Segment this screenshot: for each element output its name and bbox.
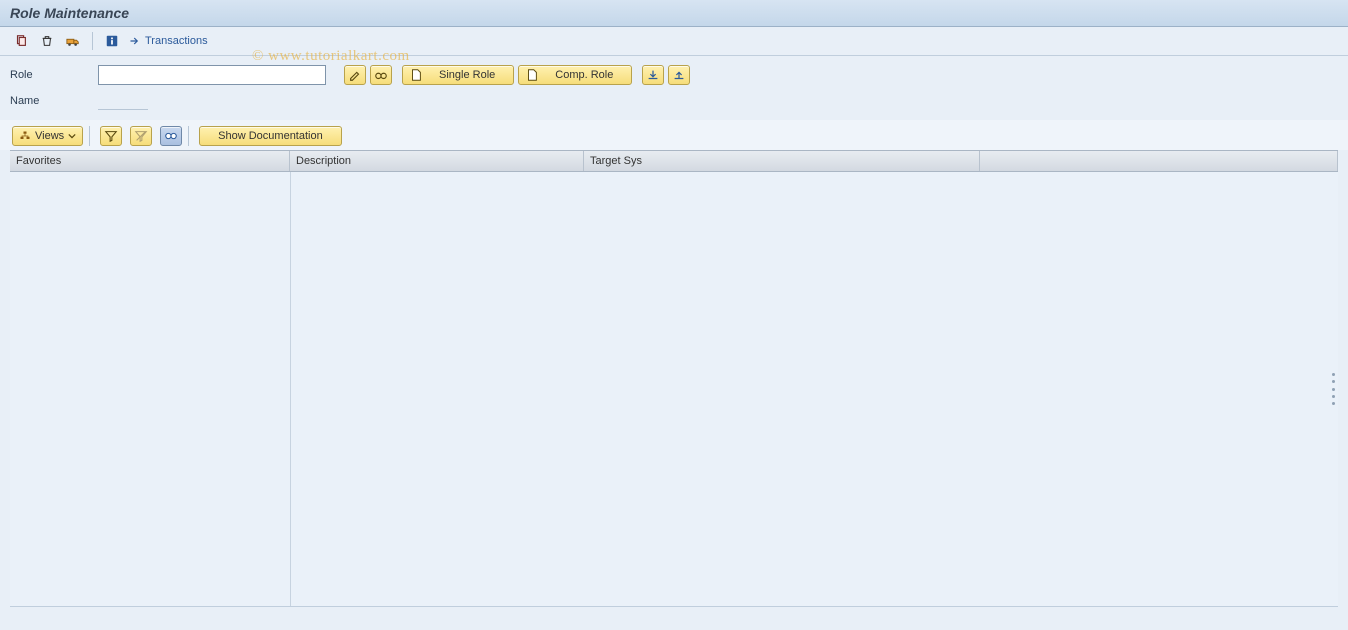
- comp-role-button[interactable]: Comp. Role: [518, 65, 632, 85]
- views-button[interactable]: Views: [12, 126, 83, 146]
- truck-icon: [66, 34, 80, 48]
- delete-button[interactable]: [36, 31, 58, 51]
- document-icon: [409, 68, 423, 82]
- single-role-label: Single Role: [427, 69, 507, 81]
- upload-icon: [672, 68, 686, 82]
- application-toolbar: Transactions: [0, 27, 1348, 56]
- name-value: [98, 93, 148, 110]
- other-role-button[interactable]: [10, 31, 32, 51]
- pencil-icon: [348, 68, 362, 82]
- name-label: Name: [10, 95, 98, 107]
- view-toolbar: Views Show Documentation: [0, 120, 1348, 150]
- show-documentation-label: Show Documentation: [218, 130, 323, 142]
- column-description[interactable]: Description: [290, 151, 584, 171]
- transport-button[interactable]: [62, 31, 84, 51]
- document-icon: [525, 68, 539, 82]
- upload-button[interactable]: [668, 65, 690, 85]
- hierarchy-icon: [19, 130, 31, 142]
- filter-delete-button[interactable]: [130, 126, 152, 146]
- display-button[interactable]: [370, 65, 392, 85]
- role-label: Role: [10, 69, 98, 81]
- trash-icon: [40, 34, 54, 48]
- transactions-link[interactable]: Transactions: [129, 35, 208, 47]
- column-favorites[interactable]: Favorites: [10, 151, 290, 171]
- information-button[interactable]: [101, 31, 123, 51]
- arrow-right-icon: [129, 35, 141, 47]
- glasses-icon: [374, 68, 388, 82]
- page-title: Role Maintenance: [10, 5, 129, 21]
- title-bar: Role Maintenance: [0, 0, 1348, 27]
- column-spacer: [980, 151, 1338, 171]
- toolbar-separator: [89, 126, 90, 146]
- single-role-button[interactable]: Single Role: [402, 65, 514, 85]
- download-icon: [646, 68, 660, 82]
- info-icon: [105, 34, 119, 48]
- role-input[interactable]: [98, 65, 326, 85]
- column-target-sys[interactable]: Target Sys: [584, 151, 980, 171]
- dropdown-icon: [68, 132, 76, 140]
- table-body[interactable]: [10, 172, 1338, 607]
- column-divider: [290, 172, 291, 606]
- filter-icon: [104, 129, 118, 143]
- binoculars-icon: [164, 129, 178, 143]
- comp-role-label: Comp. Role: [543, 69, 625, 81]
- toolbar-separator: [92, 32, 93, 50]
- splitter-handle[interactable]: [1332, 373, 1336, 405]
- find-button[interactable]: [160, 126, 182, 146]
- toolbar-separator: [188, 126, 189, 146]
- filter-button[interactable]: [100, 126, 122, 146]
- copy-icon: [14, 34, 28, 48]
- transactions-label: Transactions: [145, 35, 208, 47]
- selection-area: Role Single Role Comp.: [0, 56, 1348, 120]
- show-documentation-button[interactable]: Show Documentation: [199, 126, 342, 146]
- views-label: Views: [35, 130, 64, 142]
- table-header: Favorites Description Target Sys: [10, 150, 1338, 172]
- filter-off-icon: [134, 129, 148, 143]
- download-button[interactable]: [642, 65, 664, 85]
- edit-button[interactable]: [344, 65, 366, 85]
